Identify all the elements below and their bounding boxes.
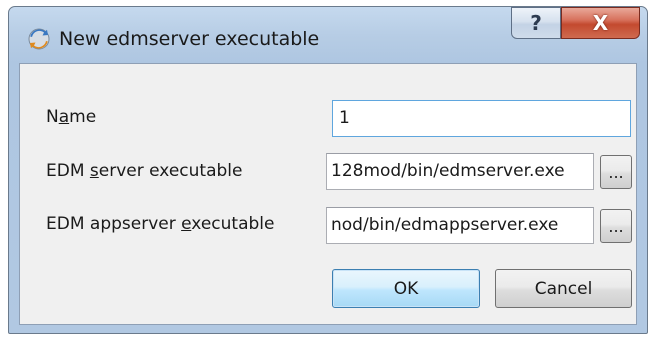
name-label: Name <box>46 107 97 127</box>
window-title: New edmserver executable <box>59 28 320 50</box>
browse-server-button[interactable]: ... <box>600 155 632 189</box>
cancel-button[interactable]: Cancel <box>495 269 632 308</box>
name-input-value: 1 <box>339 108 350 128</box>
server-label-mnemonic: s <box>89 161 99 181</box>
dialog-body: Name 1 EDM server executable 128mod/bin/… <box>19 63 637 325</box>
dialog-window: New edmserver executable ? X Name 1 EDM … <box>8 6 648 334</box>
question-mark-icon: ? <box>530 11 542 35</box>
browse-appserver-button[interactable]: ... <box>600 209 632 243</box>
server-executable-input[interactable]: 128mod/bin/edmserver.exe <box>326 153 594 190</box>
title-bar[interactable]: New edmserver executable ? X <box>9 7 647 63</box>
ellipsis-icon: ... <box>608 216 624 236</box>
name-input[interactable]: 1 <box>332 100 631 137</box>
server-executable-value: 128mod/bin/edmserver.exe <box>331 161 565 181</box>
app-sync-icon <box>28 28 50 50</box>
name-label-mnemonic: a <box>58 107 70 127</box>
appserver-executable-label: EDM appserver executable <box>46 214 275 234</box>
ellipsis-icon: ... <box>608 162 624 182</box>
close-x-icon: X <box>592 11 609 35</box>
appserver-label-mnemonic: e <box>181 214 192 234</box>
close-button[interactable]: X <box>561 7 640 39</box>
appserver-executable-value: nod/bin/edmappserver.exe <box>331 215 559 235</box>
appserver-executable-input[interactable]: nod/bin/edmappserver.exe <box>326 207 594 244</box>
help-button[interactable]: ? <box>511 7 561 39</box>
ok-button[interactable]: OK <box>332 269 480 308</box>
server-executable-label: EDM server executable <box>46 161 243 181</box>
